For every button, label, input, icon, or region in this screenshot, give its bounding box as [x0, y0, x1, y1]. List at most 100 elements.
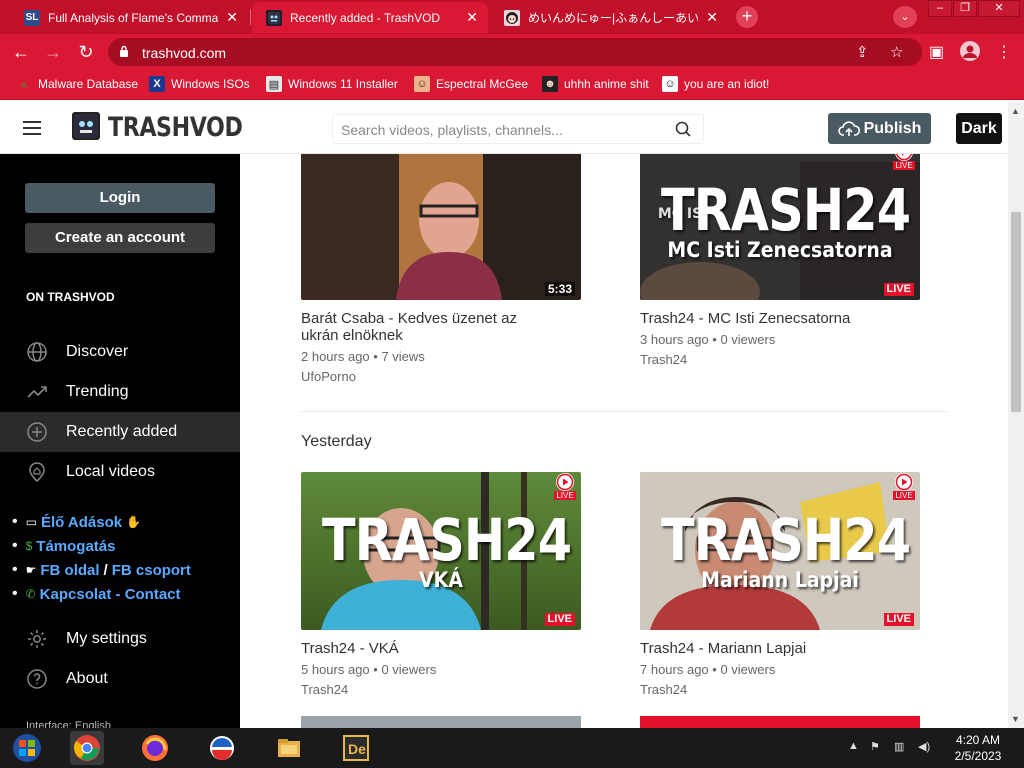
restore-icon[interactable]: ❐: [953, 0, 977, 17]
video-thumbnail[interactable]: [640, 716, 920, 728]
video-title[interactable]: Trash24 - VKÁ: [301, 640, 581, 657]
page-scrollbar[interactable]: ▲ ▼: [1008, 102, 1024, 728]
profile-avatar[interactable]: [960, 41, 980, 61]
start-orb-icon[interactable]: [10, 731, 44, 765]
site-logo[interactable]: TRASHVOD: [108, 112, 243, 143]
sidebar-item-about[interactable]: About: [0, 659, 240, 699]
publish-button[interactable]: Publish: [828, 113, 931, 144]
tab-fancy-island[interactable]: めいんめにゅー|ふぁんしーあいらんど ✕: [490, 2, 728, 33]
minimize-icon[interactable]: –: [928, 0, 952, 17]
video-title[interactable]: Trash24 - MC Isti Zenecsatorna: [640, 310, 920, 327]
sidebar-item-local-videos[interactable]: Local videos: [0, 452, 240, 492]
video-channel[interactable]: UfoPorno: [301, 369, 581, 384]
scrollbar-thumb[interactable]: [1011, 212, 1021, 412]
forward-arrow-icon[interactable]: →: [42, 41, 64, 63]
sidebar-item-discover[interactable]: Discover: [0, 332, 240, 372]
sidebar-item-recently-added[interactable]: Recently added: [0, 412, 240, 452]
bookmark-windows-isos[interactable]: X Windows ISOs: [149, 76, 250, 92]
window-icon: ▤: [266, 76, 282, 92]
sidebar-item-trending[interactable]: Trending: [0, 372, 240, 412]
firefox-icon[interactable]: [138, 731, 172, 765]
tray-expand-icon[interactable]: ▲: [848, 740, 859, 752]
reload-icon[interactable]: ↻: [75, 41, 97, 63]
hand-icon: ✋: [126, 515, 142, 529]
video-title[interactable]: Barát Csaba - Kedves üzenet az ukrán eln…: [301, 310, 531, 344]
tab-search-chevron-icon[interactable]: ⌄: [893, 6, 917, 28]
side-panel-icon[interactable]: ▣: [929, 42, 944, 62]
close-icon[interactable]: ✕: [466, 9, 478, 26]
video-card[interactable]: 5:33 Barát Csaba - Kedves üzenet az ukrá…: [301, 154, 581, 384]
video-thumbnail[interactable]: TRASH24 VKÁ LIVE LIVE: [301, 472, 581, 630]
live-icon: LIVE: [892, 154, 916, 172]
fb-page-link[interactable]: FB oldal: [40, 562, 99, 579]
bookmark-espectral-mcgee[interactable]: ☺ Espectral McGee: [414, 76, 528, 92]
video-thumbnail[interactable]: MC IS TRASH24 MC Isti Zenecsatorna LIVE …: [640, 154, 920, 300]
menu-kebab-icon[interactable]: ⋮: [996, 42, 1012, 62]
contact-link[interactable]: Kapcsolat - Contact: [40, 586, 181, 603]
bookmark-label: Windows 11 Installer: [288, 77, 398, 91]
support-link[interactable]: Támogatás: [36, 538, 115, 555]
tab-title: Full Analysis of Flame's Command: [48, 10, 218, 25]
search-icon[interactable]: [675, 121, 691, 137]
bookmark-windows-11-installer[interactable]: ▤ Windows 11 Installer: [266, 76, 398, 92]
window-close-icon[interactable]: ✕: [978, 0, 1020, 17]
hamburger-menu-icon[interactable]: [23, 121, 41, 135]
thumbnail-overlay-title: TRASH24: [661, 506, 911, 574]
sidebar-item-label: My settings: [66, 630, 147, 647]
create-account-button[interactable]: Create an account: [25, 223, 215, 253]
face-icon: ☺: [414, 76, 430, 92]
video-title[interactable]: Trash24 - Mariann Lapjai: [640, 640, 920, 657]
network-icon[interactable]: ▥: [894, 740, 904, 753]
new-tab-button[interactable]: +: [736, 6, 758, 28]
thumbnail-overlay-subtitle: MC Isti Zenecsatorna: [667, 238, 893, 262]
sidebar-section-title: ON TRASHVOD: [26, 290, 115, 304]
list-item: ▭ Élő Adások ✋: [12, 510, 240, 534]
section-divider: [301, 411, 947, 412]
dark-mode-button[interactable]: Dark: [956, 113, 1002, 144]
video-thumbnail[interactable]: TRASH24 Mariann Lapjai LIVE LIVE: [640, 472, 920, 630]
scroll-up-icon[interactable]: ▲: [1011, 106, 1020, 116]
video-card[interactable]: MC IS TRASH24 MC Isti Zenecsatorna LIVE …: [640, 154, 920, 367]
phone-icon: ✆: [25, 587, 36, 601]
bookmark-anime[interactable]: ☻ uhhh anime shit: [542, 76, 649, 92]
back-arrow-icon[interactable]: ←: [10, 41, 32, 63]
bookmark-label: Malware Database: [38, 77, 139, 91]
video-card[interactable]: TRASH24 Mariann Lapjai LIVE LIVE Trash24…: [640, 472, 920, 697]
video-thumbnail[interactable]: 5:33: [301, 154, 581, 300]
sidebar-item-my-settings[interactable]: My settings: [0, 619, 240, 659]
trashvod-logo-icon[interactable]: [72, 112, 100, 140]
login-button[interactable]: Login: [25, 183, 215, 213]
bookmark-label: Espectral McGee: [436, 77, 529, 91]
interface-language-text: Interface: English: [26, 720, 111, 728]
address-bar[interactable]: trashvod.com ⇪ ☆: [108, 38, 922, 66]
video-channel[interactable]: Trash24: [640, 682, 920, 697]
bookmark-malware-database[interactable]: ▲ Malware Database: [16, 76, 139, 92]
share-icon[interactable]: ⇪: [856, 43, 869, 61]
video-card[interactable]: TRASH24 VKÁ LIVE LIVE Trash24 - VKÁ 5 ho…: [301, 472, 581, 697]
bookmark-you-are-an-idiot[interactable]: ☺ you are an idiot!: [662, 76, 769, 92]
tab-full-analysis[interactable]: SL Full Analysis of Flame's Command ✕: [10, 2, 248, 33]
video-thumbnail[interactable]: [301, 716, 581, 728]
video-channel[interactable]: Trash24: [640, 352, 920, 367]
live-link[interactable]: Élő Adások: [41, 514, 122, 531]
taskbar-clock[interactable]: 4:20 AM 2/5/2023: [948, 732, 1008, 764]
bookmark-label: uhhh anime shit: [564, 77, 649, 91]
tab-recently-added[interactable]: Recently added - TrashVOD ✕: [252, 2, 488, 33]
de-app-icon[interactable]: De: [339, 731, 373, 765]
close-icon[interactable]: ✕: [226, 9, 238, 26]
smiley-icon: ☺: [662, 76, 678, 92]
bookmark-star-icon[interactable]: ☆: [890, 43, 903, 61]
live-icon-text: LIVE: [893, 161, 915, 170]
fb-group-link[interactable]: FB csoport: [112, 562, 191, 579]
explorer-icon[interactable]: [272, 731, 306, 765]
action-center-flag-icon[interactable]: ⚑: [870, 740, 880, 753]
thumbnail-overlay-subtitle: Mariann Lapjai: [701, 568, 859, 592]
chrome-icon[interactable]: [70, 731, 104, 765]
close-icon[interactable]: ✕: [706, 9, 718, 26]
ie-icon[interactable]: [205, 731, 239, 765]
search-input[interactable]: [341, 119, 661, 141]
video-channel[interactable]: Trash24: [301, 682, 581, 697]
volume-icon[interactable]: ◀): [918, 740, 930, 753]
tab-title: めいんめにゅー|ふぁんしーあいらんど: [528, 11, 698, 25]
scroll-down-icon[interactable]: ▼: [1011, 714, 1020, 724]
